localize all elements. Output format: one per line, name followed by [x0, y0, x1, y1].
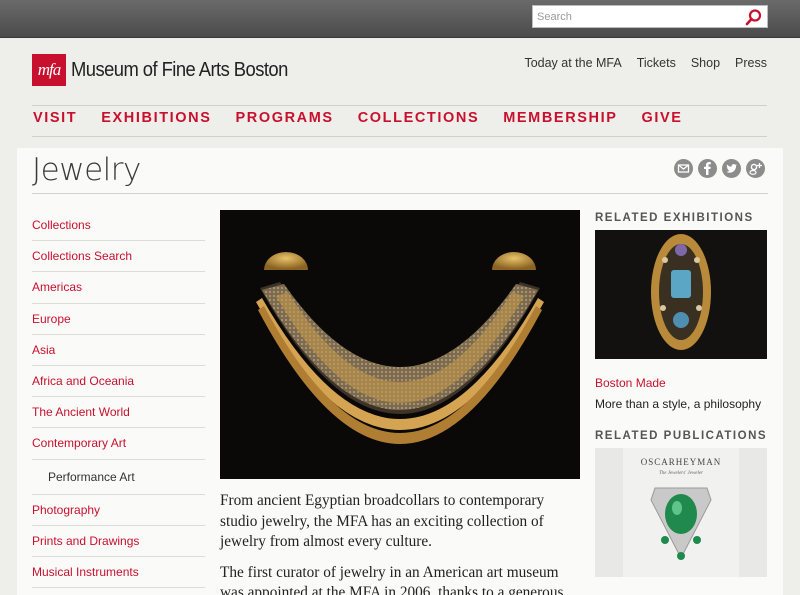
related-exhibitions-heading: RELATED EXHIBITIONS: [595, 212, 754, 224]
book-title: OSCARHEYMAN: [641, 457, 722, 467]
hero-image-broadcollar: [220, 210, 580, 479]
utility-nav: Today at the MFA Tickets Shop Press: [524, 56, 767, 70]
sidebar-item-collections[interactable]: Collections: [32, 218, 91, 232]
page-title: Jewelry: [32, 152, 141, 188]
logo-text: Museum of Fine Arts Boston: [71, 58, 288, 81]
title-divider: [32, 193, 768, 194]
list-item: Africa and Oceania: [32, 366, 205, 398]
sidebar-item-photography[interactable]: Photography: [32, 503, 100, 517]
sidebar-item-performance-art[interactable]: Performance Art: [32, 470, 135, 484]
sidebar-item-ancient-world[interactable]: The Ancient World: [32, 405, 130, 419]
content-panel: Jewelry Collections Collections Search A…: [17, 148, 783, 595]
exhibition-subtitle: More than a style, a philosophy: [595, 397, 762, 411]
article-body: From ancient Egyptian broadcollars to co…: [220, 491, 585, 595]
sidebar-item-africa-oceania[interactable]: Africa and Oceania: [32, 374, 134, 388]
site-header: mfa Museum of Fine Arts Boston Today at …: [0, 38, 800, 148]
header-divider: [32, 105, 767, 106]
nav-collections[interactable]: COLLECTIONS: [358, 110, 480, 126]
utility-link-today[interactable]: Today at the MFA: [524, 56, 621, 70]
nav-exhibitions[interactable]: EXHIBITIONS: [101, 110, 211, 126]
search-box[interactable]: [532, 5, 768, 28]
utility-link-press[interactable]: Press: [735, 56, 767, 70]
sidebar-item-prints-drawings[interactable]: Prints and Drawings: [32, 534, 139, 548]
list-item: Contemporary Art: [32, 428, 205, 460]
google-plus-icon[interactable]: [746, 159, 765, 178]
list-item: Musical Instruments: [32, 557, 205, 589]
book-subtitle: The Jewelers' Jeweler: [659, 471, 703, 476]
publication-cover[interactable]: OSCARHEYMAN The Jewelers' Jeweler: [595, 448, 767, 577]
list-item: Collections: [32, 210, 205, 242]
nav-divider: [32, 136, 767, 137]
section-nav: Collections Collections Search Americas …: [32, 210, 205, 589]
list-item: Europe: [32, 304, 205, 335]
facebook-icon[interactable]: [698, 159, 717, 178]
sidebar-item-contemporary-art[interactable]: Contemporary Art: [32, 436, 126, 450]
sidebar-item-americas[interactable]: Americas: [32, 280, 82, 294]
related-publications-heading: RELATED PUBLICATIONS: [595, 430, 768, 442]
sidebar-item-asia[interactable]: Asia: [32, 343, 55, 357]
search-input[interactable]: [533, 6, 733, 27]
exhibition-title-link[interactable]: Boston Made: [595, 376, 666, 390]
paragraph: From ancient Egyptian broadcollars to co…: [220, 492, 545, 550]
utility-link-shop[interactable]: Shop: [691, 56, 720, 70]
nav-programs[interactable]: PROGRAMS: [236, 110, 334, 126]
list-item: Performance Art: [32, 460, 205, 495]
logo-mark: mfa: [32, 54, 66, 86]
exhibition-image[interactable]: [595, 230, 767, 359]
list-item: Americas: [32, 272, 205, 304]
list-item: Prints and Drawings: [32, 526, 205, 557]
search-icon[interactable]: [745, 8, 763, 26]
nav-give[interactable]: GIVE: [642, 110, 683, 126]
nav-visit[interactable]: VISIT: [33, 110, 77, 126]
paragraph: The first curator of jewelry in an Ameri…: [220, 563, 564, 595]
sidebar-item-musical-instruments[interactable]: Musical Instruments: [32, 565, 139, 579]
list-item: The Ancient World: [32, 397, 205, 429]
site-logo[interactable]: mfa Museum of Fine Arts Boston: [32, 54, 307, 86]
utility-link-tickets[interactable]: Tickets: [637, 56, 676, 70]
list-item: Asia: [32, 335, 205, 366]
sidebar-item-europe[interactable]: Europe: [32, 312, 71, 326]
sidebar-item-collections-search[interactable]: Collections Search: [32, 249, 132, 263]
nav-membership[interactable]: MEMBERSHIP: [503, 110, 617, 126]
email-icon[interactable]: [674, 159, 693, 178]
main-nav: VISIT EXHIBITIONS PROGRAMS COLLECTIONS M…: [33, 110, 683, 126]
share-icons: [674, 159, 765, 178]
twitter-icon[interactable]: [722, 159, 741, 178]
list-item: Collections Search: [32, 241, 205, 273]
list-item: Photography: [32, 495, 205, 526]
top-bar: [0, 0, 800, 38]
